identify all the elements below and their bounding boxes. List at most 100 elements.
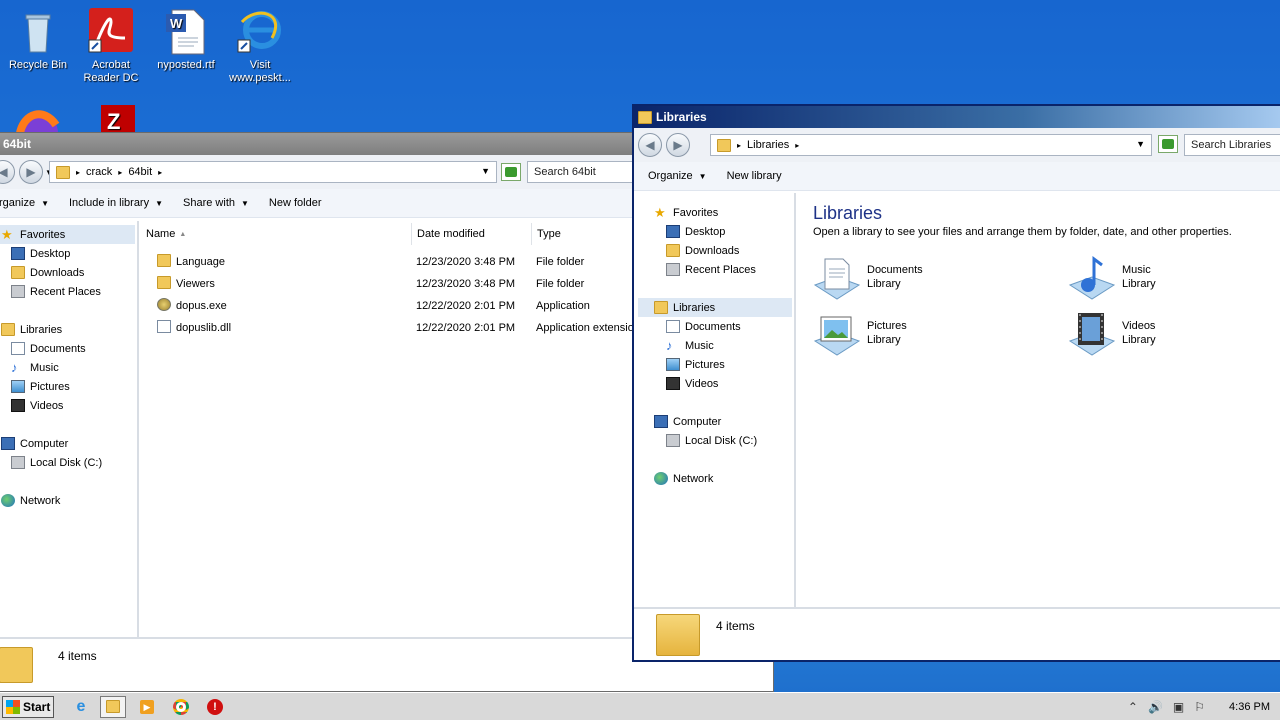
pictures-icon xyxy=(11,380,25,393)
taskbar-stop-app[interactable]: ! xyxy=(202,696,228,718)
file-type: Application xyxy=(536,300,590,312)
nav-desktop[interactable]: Desktop xyxy=(11,244,70,263)
share-with-menu[interactable]: Share with ▼ xyxy=(173,197,259,209)
chevron-down-icon: ▼ xyxy=(698,171,707,181)
nav-computer[interactable]: Computer xyxy=(1,434,68,453)
nav-network[interactable]: Network xyxy=(1,491,60,510)
breadcrumb-64bit[interactable]: 64bit xyxy=(128,166,152,178)
library-documents[interactable]: Documents Library xyxy=(813,255,923,303)
nav-music[interactable]: ♪ Music xyxy=(666,336,714,355)
desktop-icon-recycle-bin[interactable]: Recycle Bin xyxy=(0,8,76,72)
refresh-button[interactable] xyxy=(501,163,521,181)
nav-local-disk[interactable]: Local Disk (C:) xyxy=(11,453,102,472)
forward-button[interactable]: ▶ xyxy=(666,133,690,157)
taskbar-chrome[interactable] xyxy=(168,696,194,718)
stop-icon: ! xyxy=(207,698,223,715)
volume-icon[interactable]: 🔊 xyxy=(1148,700,1163,714)
nav-label: Videos xyxy=(30,399,64,412)
local-disk-icon xyxy=(11,456,25,469)
breadcrumb-arrow-icon[interactable]: ▸ xyxy=(795,141,799,150)
network-tray-icon[interactable]: ▣ xyxy=(1173,700,1184,714)
nav-music[interactable]: ♪ Music xyxy=(11,358,59,377)
share-with-label: Share with xyxy=(183,197,235,209)
nav-libraries[interactable]: Libraries xyxy=(638,298,792,317)
refresh-button[interactable] xyxy=(1158,135,1178,153)
file-type: File folder xyxy=(536,256,585,268)
search-input[interactable]: Search Libraries xyxy=(1184,134,1280,156)
nav-favorites[interactable]: ★ Favorites xyxy=(0,225,135,244)
nav-pictures[interactable]: Pictures xyxy=(666,355,725,374)
organize-menu[interactable]: Organize ▼ xyxy=(634,170,717,182)
nav-pictures[interactable]: Pictures xyxy=(11,377,70,396)
window-titlebar[interactable]: Libraries xyxy=(634,106,1280,128)
nav-label: Computer xyxy=(673,415,722,428)
show-hidden-icons-icon[interactable]: ⌃ xyxy=(1128,700,1138,714)
column-header-name[interactable]: Name ▲ xyxy=(141,223,412,245)
nav-label: Recent Places xyxy=(685,263,756,276)
nav-network[interactable]: Network xyxy=(654,469,713,488)
system-tray: ⌃ 🔊 ▣ ⚐ 4:36 PM xyxy=(1128,693,1280,720)
file-name: Language xyxy=(176,256,225,268)
explorer-window-libraries: Libraries ◀ ▶ ▸ Libraries ▸ ▼ Search Lib… xyxy=(632,104,1280,662)
nav-libraries[interactable]: Libraries xyxy=(1,320,62,339)
library-videos[interactable]: Videos Library xyxy=(1068,311,1156,359)
nav-documents[interactable]: Documents xyxy=(11,339,86,358)
nav-downloads[interactable]: Downloads xyxy=(666,241,739,260)
taskbar-internet-explorer[interactable]: e xyxy=(68,696,94,718)
column-label: Date modified xyxy=(417,228,485,240)
folder-icon xyxy=(106,700,120,713)
nav-favorites[interactable]: ★ Favorites xyxy=(654,203,718,222)
breadcrumb-arrow-icon[interactable]: ▸ xyxy=(737,141,741,150)
column-label: Type xyxy=(537,228,561,240)
breadcrumb-arrow-icon[interactable]: ▸ xyxy=(76,168,80,177)
taskbar-media-player[interactable]: ▶ xyxy=(134,696,160,718)
breadcrumb-arrow-icon[interactable]: ▸ xyxy=(158,168,162,177)
nav-label: Pictures xyxy=(30,380,70,393)
libraries-icon xyxy=(638,110,652,124)
desktop-icon-visit[interactable]: Visit www.peskt... xyxy=(222,8,298,85)
back-button[interactable]: ◀ xyxy=(638,133,662,157)
nav-label: Computer xyxy=(20,437,69,450)
nav-local-disk[interactable]: Local Disk (C:) xyxy=(666,431,757,450)
taskbar-explorer[interactable] xyxy=(100,695,126,718)
breadcrumb-arrow-icon[interactable]: ▸ xyxy=(118,168,122,177)
nav-downloads[interactable]: Downloads xyxy=(11,263,84,282)
library-music[interactable]: Music Library xyxy=(1068,255,1156,303)
new-folder-button[interactable]: New folder xyxy=(259,197,332,209)
desktop-icon-acrobat[interactable]: Acrobat Reader DC xyxy=(73,8,149,85)
address-bar[interactable]: ▸ crack ▸ 64bit ▸ ▼ xyxy=(49,161,497,183)
nav-recent-places[interactable]: Recent Places xyxy=(11,282,101,301)
start-button[interactable]: Start xyxy=(2,695,54,718)
address-dropdown-icon[interactable]: ▼ xyxy=(1136,139,1145,149)
nav-desktop[interactable]: Desktop xyxy=(666,222,725,241)
nav-videos[interactable]: Videos xyxy=(11,396,63,415)
organize-menu[interactable]: rganize ▼ xyxy=(0,197,59,209)
forward-button[interactable]: ▶ xyxy=(19,160,43,184)
breadcrumb-libraries[interactable]: Libraries xyxy=(747,139,789,151)
column-header-date[interactable]: Date modified xyxy=(412,223,532,245)
nav-videos[interactable]: Videos xyxy=(666,374,718,393)
address-bar[interactable]: ▸ Libraries ▸ ▼ xyxy=(710,134,1152,156)
nav-computer[interactable]: Computer xyxy=(654,412,721,431)
nav-recent-places[interactable]: Recent Places xyxy=(666,260,756,279)
desktop-icon-nyposted[interactable]: W nyposted.rtf xyxy=(148,8,224,72)
nav-label: Downloads xyxy=(30,266,85,279)
star-icon: ★ xyxy=(654,205,666,220)
action-center-flag-icon[interactable]: ⚐ xyxy=(1194,700,1205,714)
include-in-library-menu[interactable]: Include in library ▼ xyxy=(59,197,173,209)
file-type: Application extensio xyxy=(536,322,634,334)
videos-icon xyxy=(11,399,25,412)
back-button[interactable]: ◀ xyxy=(0,160,15,184)
clock[interactable]: 4:36 PM xyxy=(1229,701,1270,713)
library-pictures[interactable]: Pictures Library xyxy=(813,311,907,359)
new-library-button[interactable]: New library xyxy=(717,170,792,182)
include-in-library-label: Include in library xyxy=(69,197,150,209)
nav-documents[interactable]: Documents xyxy=(666,317,741,336)
address-dropdown-icon[interactable]: ▼ xyxy=(481,166,490,176)
music-icon: ♪ xyxy=(666,338,673,353)
breadcrumb-crack[interactable]: crack xyxy=(86,166,112,178)
music-library-icon xyxy=(1068,255,1116,303)
exe-icon xyxy=(157,298,171,314)
library-sub: Library xyxy=(1122,278,1156,290)
acrobat-icon xyxy=(87,8,135,56)
